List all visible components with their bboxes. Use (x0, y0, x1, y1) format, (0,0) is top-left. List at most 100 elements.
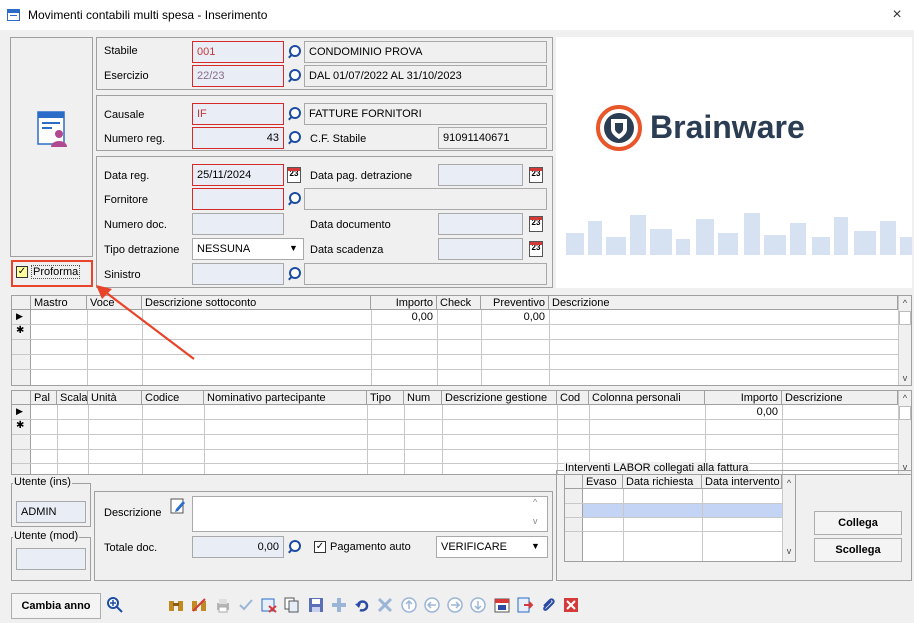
sinistro-lookup-icon[interactable] (286, 265, 301, 283)
next-record-icon[interactable] (447, 597, 463, 613)
attach-icon[interactable] (540, 597, 556, 613)
stabile-lookup-icon[interactable] (286, 43, 301, 61)
brand-name: Brainware (650, 109, 805, 145)
causale-code-input[interactable]: IF (192, 103, 284, 125)
undo-icon[interactable] (354, 597, 370, 613)
cf-stabile-field: 91091140671 (438, 127, 547, 149)
grid2-col-unita[interactable]: Unità (88, 391, 142, 405)
data-reg-calendar-icon[interactable]: 23 (287, 167, 301, 183)
export-icon[interactable] (517, 597, 533, 613)
descrizione-label: Descrizione (104, 507, 162, 519)
numero-reg-input[interactable]: 43 (192, 127, 284, 149)
utente-mod-field (16, 548, 86, 570)
collega-button[interactable]: Collega (814, 511, 902, 535)
grid2-row1-importo[interactable]: 0,00 (705, 406, 778, 418)
proforma-checkbox[interactable]: ✓ (16, 266, 28, 278)
interventi-col-data-intervento[interactable]: Data intervento (702, 475, 782, 489)
grid2-scroll-thumb[interactable] (899, 406, 911, 420)
save-icon[interactable] (308, 597, 324, 613)
data-pag-input[interactable] (438, 164, 523, 186)
data-reg-label: Data reg. (104, 170, 150, 182)
grid2-current-row-marker: ▶ (16, 406, 23, 416)
pagamento-auto-label: Pagamento auto (330, 541, 411, 553)
esercizio-lookup-icon[interactable] (286, 67, 301, 85)
descrizione-scroll-up-icon[interactable]: ^ (533, 497, 537, 507)
grid1-col-check[interactable]: Check (437, 296, 481, 310)
data-documento-calendar-icon[interactable]: 23 (529, 216, 543, 232)
numero-reg-lookup-icon[interactable] (286, 129, 301, 147)
grid1-row1-preventivo[interactable]: 0,00 (481, 311, 545, 323)
pagamento-status-chevron-down-icon[interactable]: ▼ (531, 541, 540, 551)
causale-lookup-icon[interactable] (286, 105, 301, 123)
grid2-col-pal[interactable]: Pal (31, 391, 57, 405)
descrizione-scroll-down-icon[interactable]: v (533, 516, 538, 526)
interventi-scroll-up-icon[interactable]: ^ (782, 477, 796, 489)
data-pag-calendar-icon[interactable]: 23 (529, 167, 543, 183)
print-icon[interactable] (215, 597, 231, 613)
tipo-detrazione-chevron-down-icon[interactable]: ▼ (289, 243, 298, 253)
data-reg-input[interactable]: 25/11/2024 (192, 164, 284, 186)
esercizio-code-input[interactable]: 22/23 (192, 65, 284, 87)
grid1-col-importo[interactable]: Importo (371, 296, 437, 310)
grid2-col-num[interactable]: Num (404, 391, 442, 405)
zoom-icon[interactable] (106, 596, 124, 614)
pagamento-auto-checkbox[interactable]: ✓ (314, 541, 326, 553)
last-record-icon[interactable] (470, 597, 486, 613)
interventi-scroll-down-icon[interactable]: v (782, 545, 796, 557)
fornitore-label: Fornitore (104, 194, 149, 206)
interventi-selected-row[interactable] (583, 503, 782, 517)
grid2-scroll-up-icon[interactable]: ^ (898, 392, 912, 404)
descrizione-textarea[interactable] (192, 496, 548, 532)
brainware-shield-logo-icon (596, 105, 642, 151)
sinistro-name-field (304, 263, 547, 285)
totale-doc-lookup-icon[interactable] (286, 538, 301, 556)
grid1-col-mastro[interactable]: Mastro (31, 296, 87, 310)
grid2-col-descrizione-gestione[interactable]: Descrizione gestione (442, 391, 557, 405)
prev-record-icon[interactable] (424, 597, 440, 613)
calendar-icon[interactable] (494, 597, 510, 613)
interventi-col-data-richiesta[interactable]: Data richiesta (623, 475, 702, 489)
data-documento-input[interactable] (438, 213, 523, 235)
fornitore-lookup-icon[interactable] (286, 190, 301, 208)
data-scadenza-input[interactable] (438, 238, 523, 260)
cambia-anno-button[interactable]: Cambia anno (11, 593, 101, 619)
first-record-icon[interactable] (401, 597, 417, 613)
sinistro-code-input[interactable] (192, 263, 284, 285)
edit-note-icon[interactable] (170, 498, 186, 514)
window-close-button[interactable]: × (886, 5, 908, 25)
delete-record-icon[interactable] (261, 597, 277, 613)
fornitore-code-input[interactable] (192, 188, 284, 210)
grid2-corner (12, 391, 31, 405)
grid1-scroll-down-icon[interactable]: v (898, 372, 912, 384)
copy-icon[interactable] (284, 597, 300, 613)
confirm-check-icon[interactable] (238, 597, 254, 613)
interventi-col-evaso[interactable]: Evaso (583, 475, 623, 489)
cancel-x-icon[interactable] (377, 597, 393, 613)
grid2-col-colonna-personali[interactable]: Colonna personali (589, 391, 705, 405)
grid1-col-preventivo[interactable]: Preventivo (481, 296, 549, 310)
binoculars-icon[interactable] (168, 597, 184, 613)
stabile-name-field: CONDOMINIO PROVA (304, 41, 547, 63)
grid1-scroll-up-icon[interactable]: ^ (898, 297, 912, 309)
grid2-col-descrizione[interactable]: Descrizione (782, 391, 898, 405)
scollega-button[interactable]: Scollega (814, 538, 902, 562)
grid2-col-scala[interactable]: Scala (57, 391, 88, 405)
tipo-detrazione-label: Tipo detrazione (104, 244, 180, 256)
stabile-code-input[interactable]: 001 (192, 41, 284, 63)
data-scadenza-calendar-icon[interactable]: 23 (529, 241, 543, 257)
tipo-detrazione-select[interactable]: NESSUNA (192, 238, 304, 260)
grid2-col-tipo[interactable]: Tipo (367, 391, 404, 405)
grid1-scroll-thumb[interactable] (899, 311, 911, 325)
numero-doc-input[interactable] (192, 213, 284, 235)
grid2-col-importo[interactable]: Importo (705, 391, 782, 405)
grid1-col-descrizione[interactable]: Descrizione (549, 296, 898, 310)
grid2-col-nominativo[interactable]: Nominativo partecipante (204, 391, 367, 405)
window-app-icon (7, 9, 20, 21)
grid2-col-cod[interactable]: Cod (557, 391, 589, 405)
close-red-icon[interactable] (563, 597, 579, 613)
binoculars-clear-icon[interactable] (191, 597, 207, 613)
grid2-new-row-marker: ✱ (16, 420, 25, 431)
grid2-col-codice[interactable]: Codice (142, 391, 204, 405)
add-icon[interactable] (331, 597, 347, 613)
grid1-row1-importo[interactable]: 0,00 (371, 311, 433, 323)
